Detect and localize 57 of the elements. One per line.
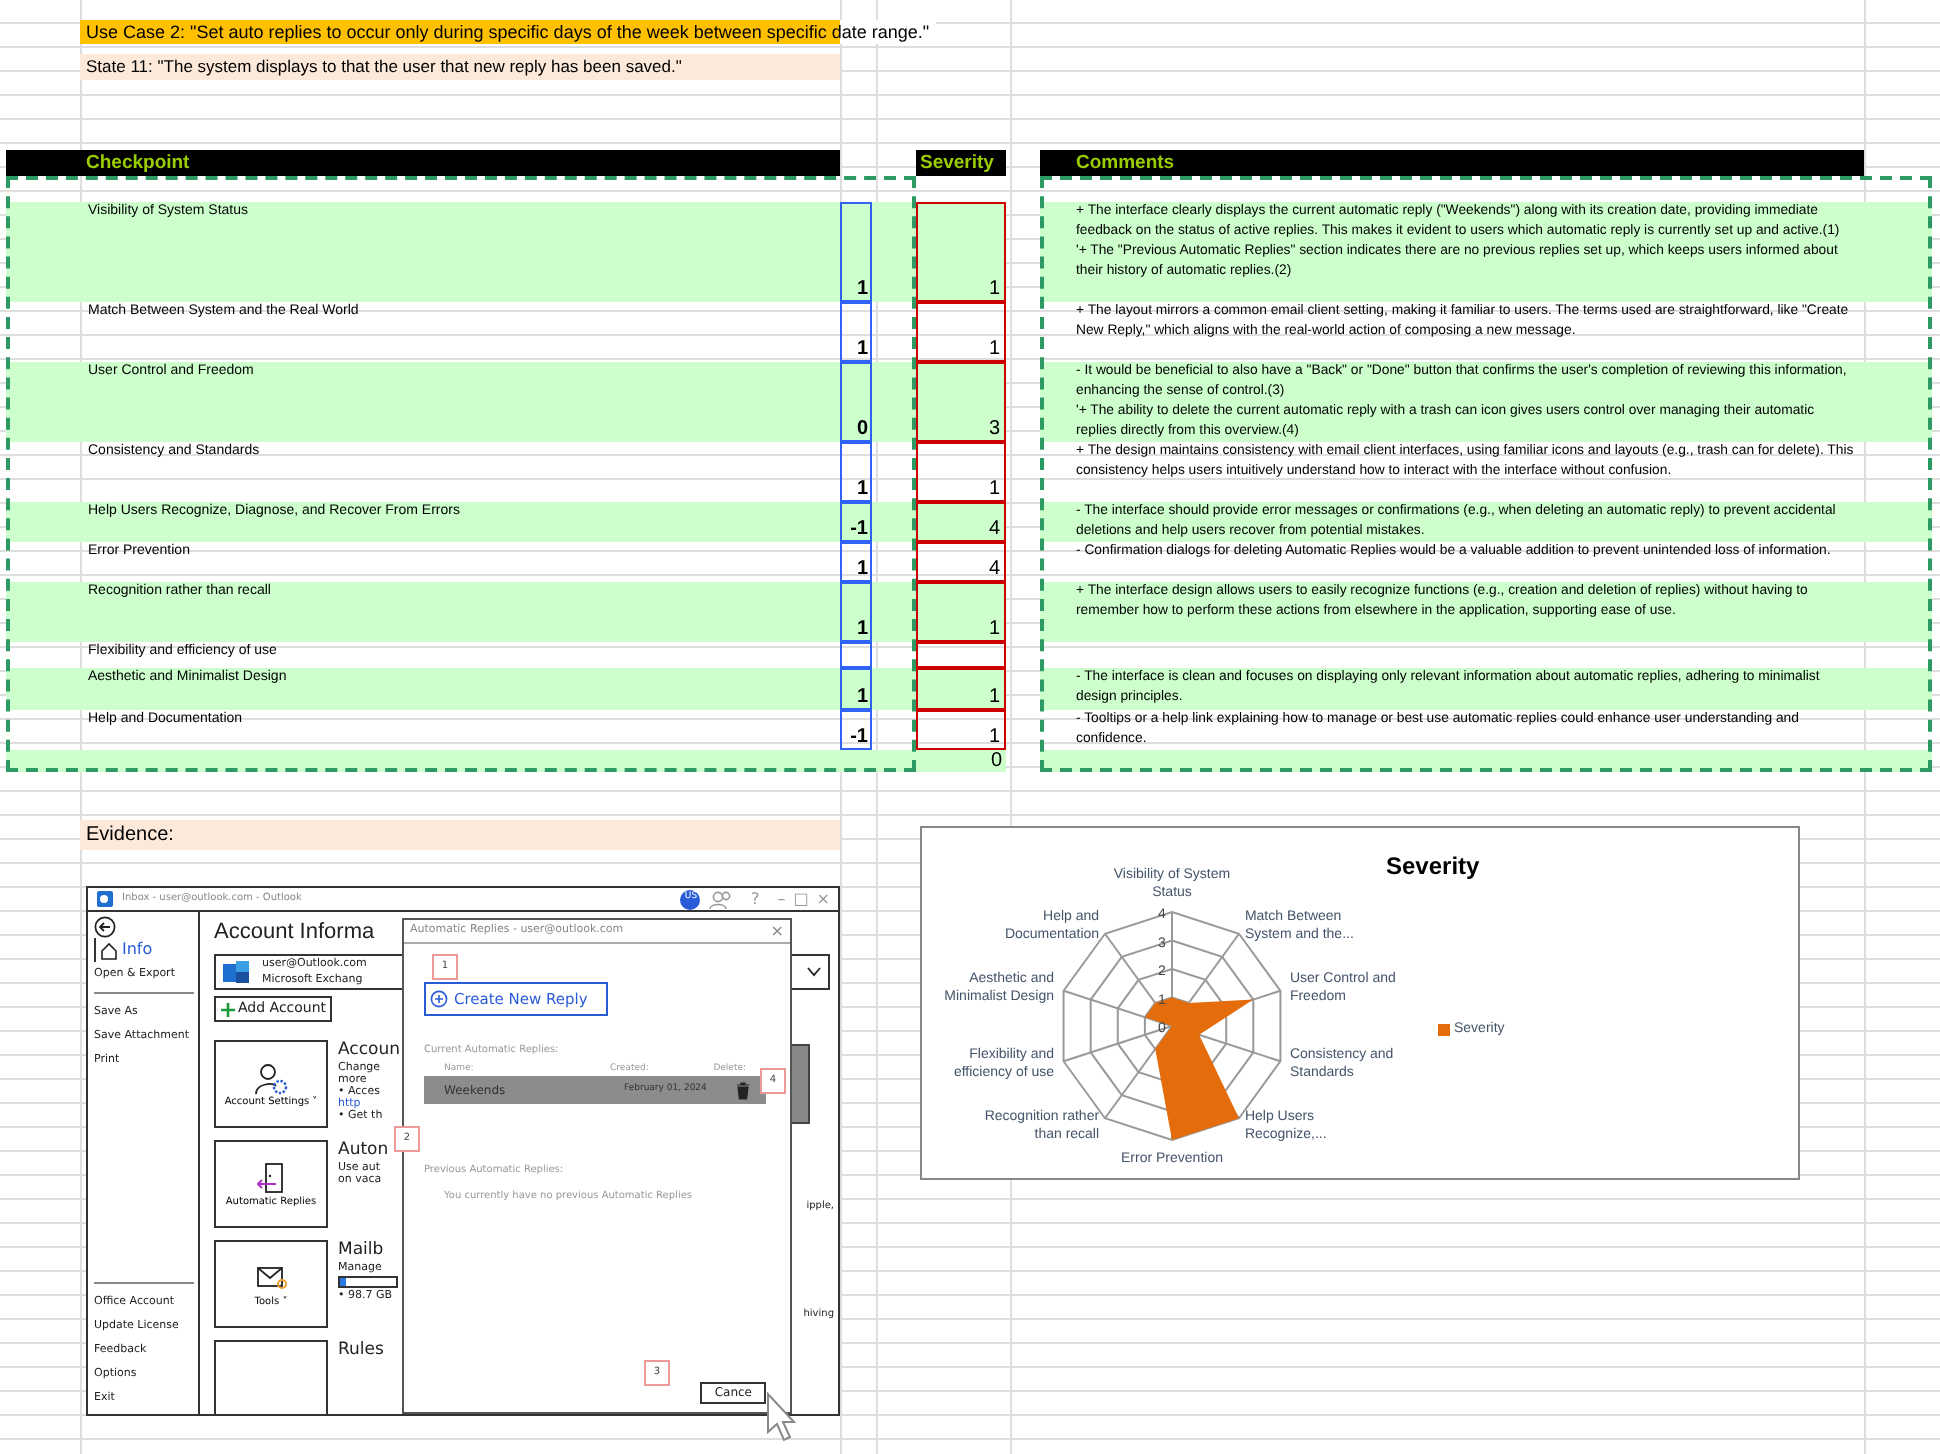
severity-cell: 1	[916, 668, 1006, 710]
back-icon[interactable]	[94, 916, 116, 938]
score-cell: 1	[840, 202, 872, 302]
row-shading	[1864, 202, 1932, 302]
tile-button[interactable]	[214, 1340, 328, 1414]
page-heading: Account Informa	[214, 918, 375, 948]
severity-cell: 4	[916, 542, 1006, 582]
row-shading	[872, 202, 916, 302]
severity-cell	[916, 642, 1006, 668]
row-shading	[1864, 668, 1932, 710]
severity-cell: 1	[916, 710, 1006, 750]
close-button[interactable]: ×	[770, 919, 784, 943]
score-cell: 1	[840, 442, 872, 502]
score-cell: 1	[840, 542, 872, 582]
plus-icon	[220, 1001, 236, 1017]
plus-circle-icon	[430, 990, 448, 1008]
severity-cell: 1	[916, 442, 1006, 502]
score-cell: 1	[840, 668, 872, 710]
chart-title: Severity	[1386, 850, 1480, 884]
section-heading: Rules	[338, 1340, 384, 1362]
row-shading	[1864, 362, 1932, 442]
section-heading: Auton	[338, 1140, 389, 1162]
row-shading	[872, 502, 916, 542]
home-icon	[100, 941, 118, 959]
scrollbar[interactable]	[790, 1044, 810, 1124]
column-header: Severity	[916, 150, 1006, 176]
row-shading	[1864, 582, 1932, 642]
row-shading	[872, 362, 916, 442]
score-cell: -1	[840, 502, 872, 542]
row-shading	[1864, 502, 1932, 542]
envelope-icon	[254, 1261, 288, 1295]
people-icon[interactable]	[708, 889, 733, 909]
score-cell	[840, 642, 872, 668]
score-cell: -1	[840, 710, 872, 750]
row-shading	[872, 582, 916, 642]
trash-icon[interactable]	[736, 1081, 750, 1100]
section-heading: Accoun	[338, 1040, 400, 1061]
score-cell: 1	[840, 302, 872, 362]
score-cell: 1	[840, 582, 872, 642]
evidence-label: Evidence:	[80, 820, 840, 850]
chevron-down-icon[interactable]	[806, 966, 822, 978]
sidebar-item[interactable]: Info	[94, 938, 194, 962]
score-cell: 0	[840, 362, 872, 442]
door-arrow-icon	[254, 1161, 288, 1195]
severity-cell: 4	[916, 502, 1006, 542]
section-heading: Mailb	[338, 1240, 384, 1262]
severity-cell: 1	[916, 302, 1006, 362]
column-header: Comments	[1040, 150, 1864, 176]
severity-cell: 1	[916, 202, 1006, 302]
state-description: State 11: "The system displays to that the user that new reply has been saved."	[80, 54, 840, 80]
exchange-icon	[222, 960, 250, 984]
user-gear-icon	[254, 1061, 288, 1095]
severity-cell: 1	[916, 582, 1006, 642]
severity-total: 0	[916, 750, 1006, 772]
row-shading	[872, 668, 916, 710]
column-header: Checkpoint	[6, 150, 840, 176]
severity-cell: 3	[916, 362, 1006, 442]
